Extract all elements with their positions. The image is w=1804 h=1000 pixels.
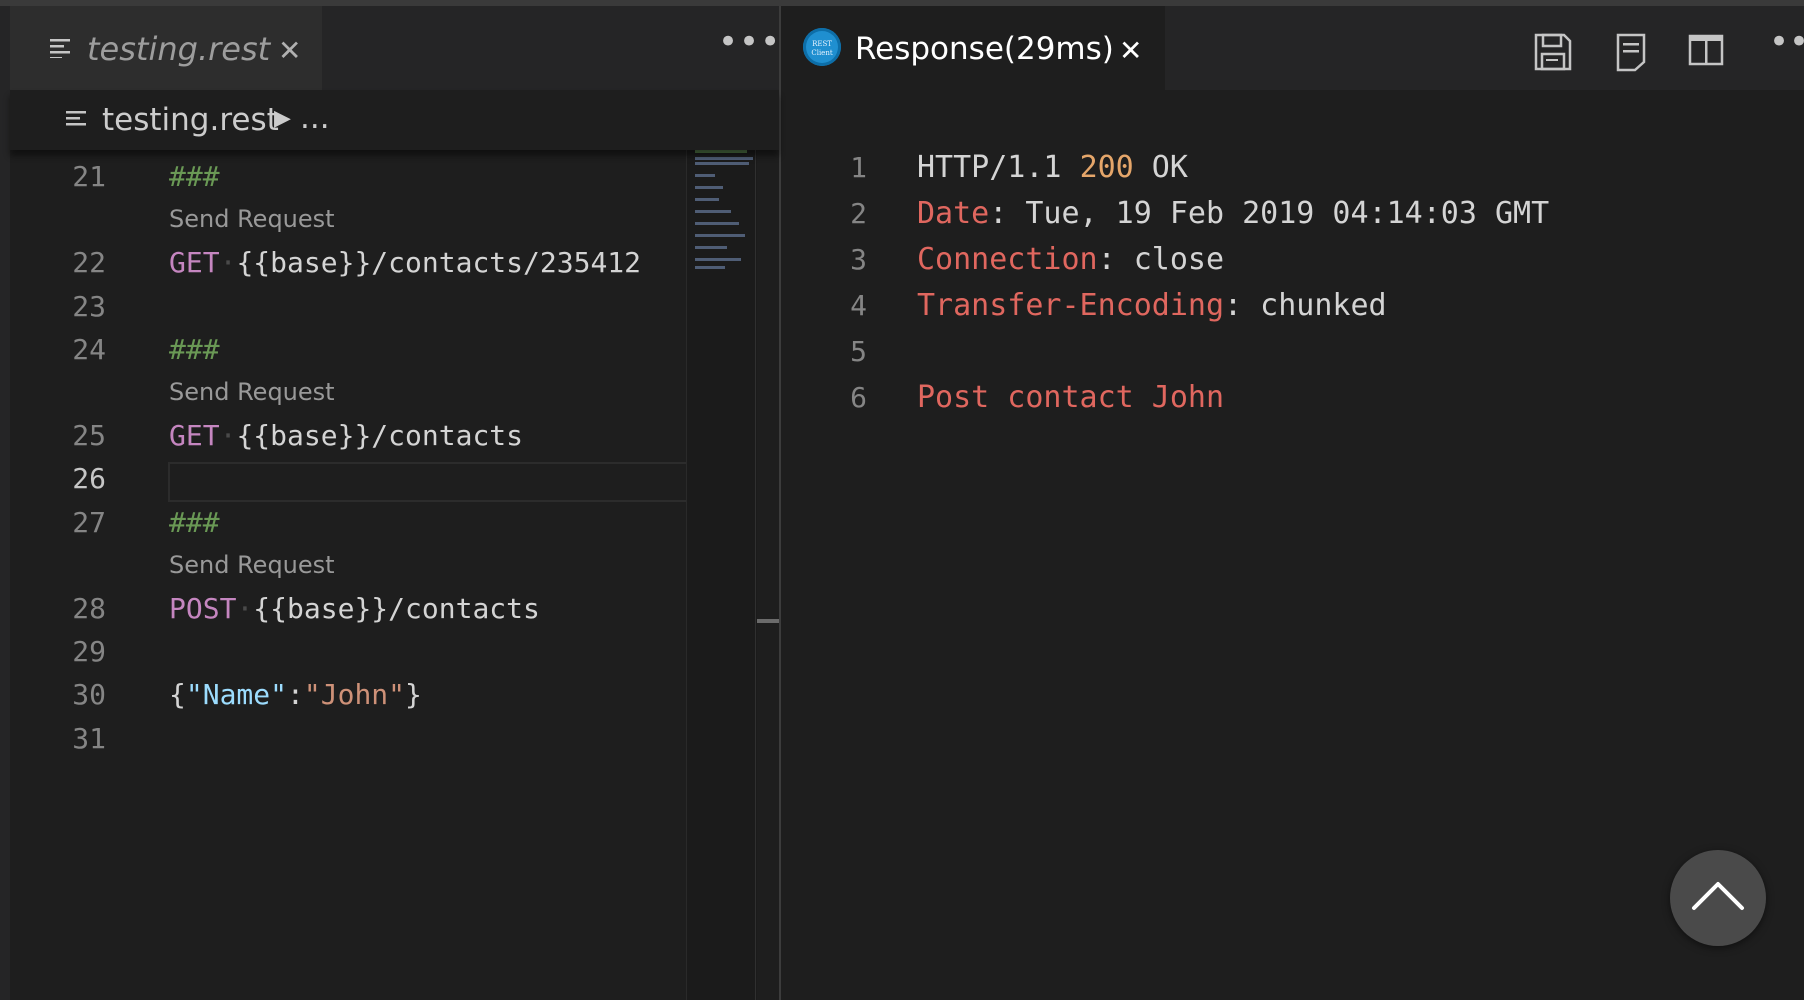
- line-number: 23: [72, 290, 106, 323]
- request-url: {{base}}/contacts/235412: [236, 246, 642, 279]
- line-number: 24: [72, 333, 106, 366]
- line-number: 26: [72, 462, 106, 495]
- line-number-gutter: 21 22 23 24 25 26 27 28 29 30 31: [10, 150, 160, 1000]
- breadcrumb-more[interactable]: ...: [300, 100, 330, 136]
- http-method: GET: [169, 246, 220, 279]
- response-pane: REST Client Response(29ms) ✕ ••• 1 2 3 4: [781, 6, 1804, 1000]
- header-value: : chunked: [1224, 288, 1387, 323]
- minimap-line: [695, 198, 719, 201]
- tab-response[interactable]: REST Client Response(29ms) ✕: [781, 6, 1165, 90]
- save-icon[interactable]: [1533, 32, 1573, 72]
- minimap-line: [695, 222, 739, 225]
- rest-client-logo-icon: REST Client: [803, 28, 841, 66]
- scrollbar-thumb[interactable]: [757, 619, 779, 623]
- json-brace: }: [405, 678, 422, 711]
- tab-testing-rest[interactable]: testing.rest ✕: [10, 6, 322, 90]
- code-editor[interactable]: 21 22 23 24 25 26 27 28 29 30 31 ### Sen…: [10, 150, 698, 1000]
- tab-bar-left: testing.rest ✕ •••: [10, 6, 781, 90]
- code-line: {"Name":"John"}: [169, 678, 422, 711]
- json-value: "John": [303, 678, 406, 711]
- json-brace: {: [169, 678, 186, 711]
- header-line: Date: Tue, 19 Feb 2019 04:14:03 GMT: [917, 196, 1549, 231]
- line-number: 1: [850, 151, 867, 184]
- breadcrumb-file[interactable]: testing.rest: [102, 102, 279, 138]
- line-number: 22: [72, 246, 106, 279]
- chevron-right-icon: ▶: [274, 106, 291, 131]
- line-number: 31: [72, 722, 106, 755]
- tab-title: testing.rest: [87, 30, 271, 68]
- line-number: 5: [850, 335, 867, 368]
- line-number: 25: [72, 419, 106, 452]
- tab-title: Response(29ms): [855, 31, 1114, 67]
- header-line: Connection: close: [917, 242, 1224, 277]
- minimap-line: [695, 246, 727, 249]
- minimap[interactable]: [686, 148, 757, 1000]
- close-icon[interactable]: ✕: [1119, 34, 1142, 67]
- minimap-line: [695, 162, 749, 165]
- response-body: Post contact John: [917, 380, 1225, 415]
- line-number: 3: [850, 243, 867, 276]
- http-method: GET: [169, 419, 220, 452]
- code-line: POST·{{base}}/contacts: [169, 592, 540, 625]
- header-value: : Tue, 19 Feb 2019 04:14:03 GMT: [989, 196, 1550, 231]
- vertical-scrollbar[interactable]: [755, 148, 780, 1000]
- more-actions-icon[interactable]: •••: [1769, 22, 1804, 62]
- minimap-line: [695, 234, 745, 237]
- line-number: 30: [72, 678, 106, 711]
- minimap-line: [695, 266, 725, 269]
- line-number: 4: [850, 289, 867, 322]
- status-line: HTTP/1.1 200 OK: [917, 150, 1188, 185]
- header-line: Transfer-Encoding: chunked: [917, 288, 1387, 323]
- minimap-line: [695, 157, 753, 160]
- code-line: GET·{{base}}/contacts/235412: [169, 246, 642, 279]
- code-line: ###: [169, 160, 220, 193]
- current-line-highlight: [168, 462, 698, 502]
- line-number: 28: [72, 592, 106, 625]
- code-line: ###: [169, 506, 220, 539]
- http-method: POST: [169, 592, 237, 625]
- line-number: 27: [72, 506, 106, 539]
- scroll-to-top-button[interactable]: [1670, 850, 1766, 946]
- line-number: 21: [72, 160, 106, 193]
- code-line: GET·{{base}}/contacts: [169, 419, 524, 452]
- minimap-line: [695, 210, 731, 213]
- request-url: {{base}}/contacts: [253, 592, 540, 625]
- minimap-line: [695, 150, 747, 153]
- file-lines-icon: [66, 111, 86, 126]
- code-line: ###: [169, 333, 220, 366]
- header-name: Transfer-Encoding: [917, 288, 1225, 323]
- file-lines-icon: [50, 39, 70, 58]
- line-number: 2: [850, 197, 867, 230]
- close-icon[interactable]: ✕: [278, 34, 301, 67]
- status-code: 200: [1079, 150, 1134, 185]
- line-number: 6: [850, 381, 867, 414]
- minimap-line: [695, 174, 715, 177]
- activity-edge: [0, 6, 10, 1000]
- send-request-link[interactable]: Send Request: [169, 378, 335, 406]
- split-editor-icon[interactable]: [1688, 32, 1724, 68]
- request-editor-pane: testing.rest ✕ ••• testing.rest ▶ ... 21…: [10, 6, 781, 1000]
- send-request-link[interactable]: Send Request: [169, 205, 335, 233]
- more-actions-icon[interactable]: •••: [718, 22, 781, 62]
- send-request-link[interactable]: Send Request: [169, 551, 335, 579]
- json-key: "Name": [185, 678, 288, 711]
- header-name: Connection: [917, 242, 1098, 277]
- tab-bar-right: REST Client Response(29ms) ✕ •••: [781, 6, 1804, 90]
- request-url: {{base}}/contacts: [236, 419, 524, 452]
- minimap-line: [695, 258, 741, 261]
- json-colon: :: [287, 678, 304, 711]
- breadcrumb: testing.rest ▶ ...: [10, 90, 779, 150]
- header-value: : close: [1097, 242, 1225, 277]
- document-icon[interactable]: [1615, 32, 1647, 72]
- chevron-up-icon: [1692, 882, 1744, 910]
- minimap-line: [695, 186, 723, 189]
- line-number: 29: [72, 635, 106, 668]
- header-name: Date: [917, 196, 990, 231]
